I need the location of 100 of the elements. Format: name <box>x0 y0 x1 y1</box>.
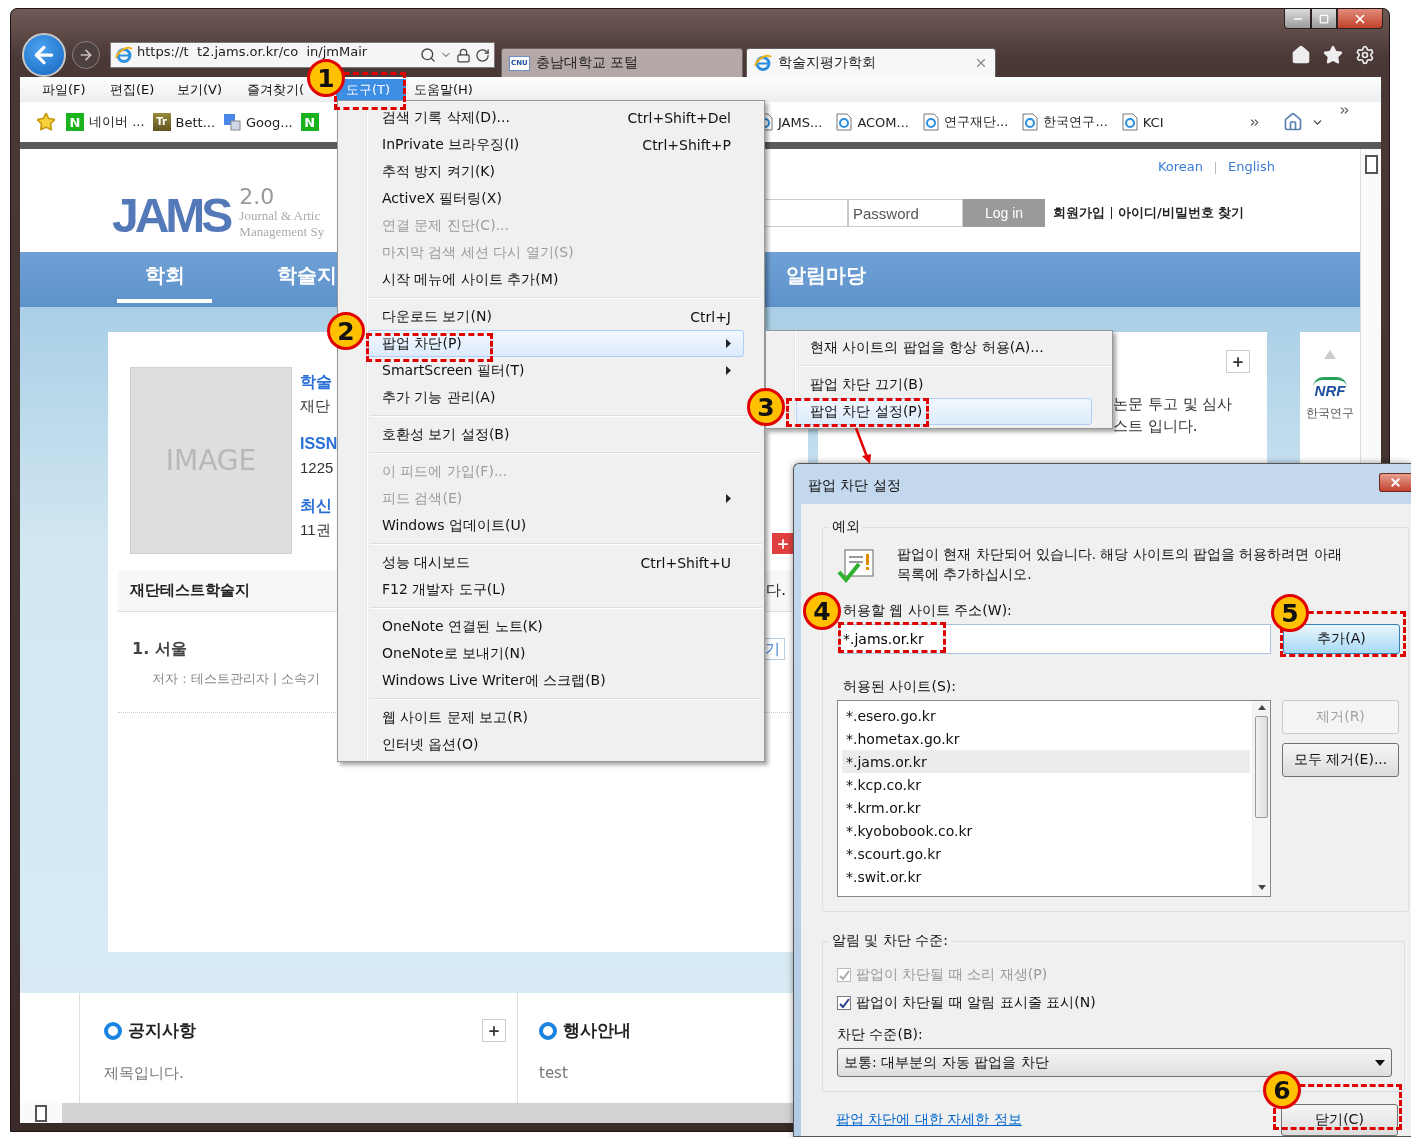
bookmark-label[interactable]: ACOM... <box>857 114 909 130</box>
bookmark-label[interactable]: Goog... <box>246 114 293 130</box>
add-button[interactable]: 추가(A) <box>1283 624 1400 654</box>
refresh-icon[interactable] <box>475 47 490 63</box>
menu-item[interactable]: ActiveX 필터링(X) <box>368 185 744 212</box>
page-icon <box>922 113 939 131</box>
close-button[interactable] <box>1337 9 1383 29</box>
field-label: 허용할 웹 사이트 주소(W): <box>843 602 1012 620</box>
list-item[interactable]: *.esero.go.kr <box>842 704 1250 727</box>
board-item[interactable]: test <box>539 1064 772 1082</box>
settings-icon[interactable] <box>1355 45 1375 65</box>
browser-tab[interactable]: 학술지평가학회 <box>746 48 996 77</box>
menu-item[interactable]: Windows 업데이트(U) <box>368 512 744 539</box>
list-item[interactable]: *.hometax.go.kr <box>842 727 1250 750</box>
forward-button[interactable] <box>72 41 100 69</box>
menu-item[interactable]: 파일(F) <box>42 78 110 101</box>
checkbox-label: 팝업이 차단될 때 소리 재생(P) <box>856 966 1048 984</box>
board-item[interactable]: 제목입니다. <box>104 1064 507 1083</box>
browser-icon <box>115 46 133 64</box>
address-field[interactable]: *.jams.or.kr <box>839 624 1271 654</box>
level-dropdown[interactable]: 보통: 대부분의 자동 팝업을 차단 <box>837 1048 1392 1077</box>
remove-all-button[interactable]: 모두 제거(E)... <box>1282 743 1399 777</box>
bookmark-label[interactable]: 네이버 ... <box>89 113 145 131</box>
menu-item[interactable]: 편집(E) <box>110 78 177 101</box>
maximize-button[interactable] <box>1311 9 1337 29</box>
password-field[interactable]: Password <box>848 199 963 227</box>
scroll-up-icon[interactable] <box>1257 705 1266 710</box>
bookmark-label[interactable]: 한국연구... <box>1043 113 1108 131</box>
warning-document-icon <box>837 548 875 586</box>
list-item[interactable]: *.jams.or.kr <box>842 750 1250 773</box>
checkbox[interactable] <box>837 996 851 1010</box>
submenu-arrow-icon <box>726 494 731 503</box>
menu-item[interactable]: 즐겨찾기( <box>247 78 305 101</box>
menu-item[interactable]: 도움말(H) <box>414 78 494 101</box>
scrollbar-thumb[interactable] <box>1255 716 1268 818</box>
menu-item[interactable]: 호환성 보기 설정(B) <box>368 421 744 448</box>
site-icon <box>223 113 242 131</box>
logo-text: JAMS <box>112 191 231 240</box>
site-list[interactable]: *.esero.go.kr *.hometax.go.kr *.jams.or.kr *.kcp.co.kr *.krm.or.kr *.kyobobook.co.kr *.scourt.go.kr *.swit.or.kr <box>837 700 1271 897</box>
bookmark-label[interactable]: 연구재단... <box>943 113 1009 131</box>
list-item[interactable]: *.kcp.co.kr <box>842 773 1250 796</box>
list-item[interactable]: *.krm.or.kr <box>842 796 1250 819</box>
bookmark-label[interactable]: Bett... <box>175 114 216 130</box>
board-title: 공지사항 <box>128 1019 196 1042</box>
signup-link[interactable]: 회원가입 <box>1053 204 1105 222</box>
language-link[interactable]: Korean <box>1157 159 1204 174</box>
menu-item[interactable]: 팝업 차단(P) <box>368 330 744 357</box>
list-item[interactable]: *.kyobobook.co.kr <box>842 819 1250 842</box>
menu-item[interactable]: InPrivate 브라우징(I) Ctrl+Shift+P <box>368 131 744 158</box>
info-text: 11권 <box>300 520 332 540</box>
menu-item[interactable]: 추적 방지 켜기(K) <box>368 158 744 185</box>
menu-item[interactable]: F12 개발자 도구(L) <box>368 576 744 603</box>
language-link[interactable]: English <box>1228 159 1275 174</box>
favorites-icon[interactable] <box>1323 45 1343 65</box>
list-item[interactable]: *.swit.or.kr <box>842 865 1250 888</box>
close-icon[interactable] <box>974 56 988 70</box>
menu-item[interactable]: 인터넷 옵션(O) <box>368 731 744 758</box>
username-field[interactable] <box>765 199 848 227</box>
menu-item[interactable]: 웹 사이트 문제 보고(R) <box>368 704 744 731</box>
shortcut-text: Ctrl+J <box>690 308 731 325</box>
minimize-button[interactable] <box>1284 9 1311 29</box>
menu-item[interactable]: 팝업 차단 끄기(B) <box>796 371 1092 398</box>
logo-tagline: Management Sy <box>239 224 325 240</box>
search-icon[interactable] <box>420 47 436 63</box>
menu-item[interactable]: 추가 기능 관리(A) <box>368 384 744 411</box>
add-button[interactable] <box>772 533 793 554</box>
menu-item[interactable]: OneNote로 보내기(N) <box>368 640 744 667</box>
menu-item[interactable]: SmartScreen 필터(T) <box>368 357 744 384</box>
bookmark-label[interactable]: JAMS... <box>778 114 823 130</box>
page-icon <box>836 113 853 131</box>
home-icon[interactable] <box>1282 112 1303 132</box>
submenu-arrow-icon <box>726 339 731 348</box>
url-text: https://t t2.jams.or.kr/co in/jmMair <box>137 45 369 58</box>
back-button[interactable] <box>22 33 66 77</box>
menu-item[interactable]: 팝업 차단 설정(P) <box>796 398 1092 425</box>
menu-item[interactable]: Windows Live Writer에 스크랩(B) <box>368 667 744 694</box>
more-button[interactable] <box>482 1019 506 1042</box>
menu-item[interactable]: 검색 기록 삭제(D)... Ctrl+Shift+Del <box>368 104 744 131</box>
info-heading: 학술 <box>300 372 333 392</box>
tab-label: 학술지평가학회 <box>778 54 876 72</box>
find-account-link[interactable]: 아이디/비밀번호 찾기 <box>1118 204 1245 222</box>
lock-icon[interactable] <box>456 47 471 63</box>
add-button[interactable] <box>1226 350 1250 373</box>
menu-item[interactable]: OneNote 연결된 노트(K) <box>368 613 744 640</box>
add-favorite-icon[interactable] <box>36 112 56 132</box>
menu-item[interactable]: 다운로드 보기(N) Ctrl+J <box>368 303 744 330</box>
close-dialog-button[interactable]: 닫기(C) <box>1281 1104 1398 1136</box>
help-link[interactable]: 팝업 차단에 대한 자세한 정보 <box>836 1111 1022 1129</box>
menu-item[interactable]: 성능 대시보드 Ctrl+Shift+U <box>368 549 744 576</box>
menu-item[interactable]: 현재 사이트의 팝업을 항상 허용(A)... <box>796 334 1092 361</box>
scroll-down-icon[interactable] <box>1257 885 1266 890</box>
site-icon: Tr <box>152 113 171 131</box>
close-button[interactable] <box>1379 472 1411 492</box>
home-icon[interactable] <box>1291 45 1311 65</box>
list-item[interactable]: *.scourt.go.kr <box>842 842 1250 865</box>
address-bar[interactable]: https://t t2.jams.or.kr/co in/jmMair <box>110 42 495 68</box>
bookmark-label[interactable]: KCI <box>1142 114 1164 130</box>
menu-item[interactable]: 보기(V) <box>177 78 247 101</box>
menu-item[interactable]: 시작 메뉴에 사이트 추가(M) <box>368 266 744 293</box>
browser-icon <box>754 54 772 72</box>
